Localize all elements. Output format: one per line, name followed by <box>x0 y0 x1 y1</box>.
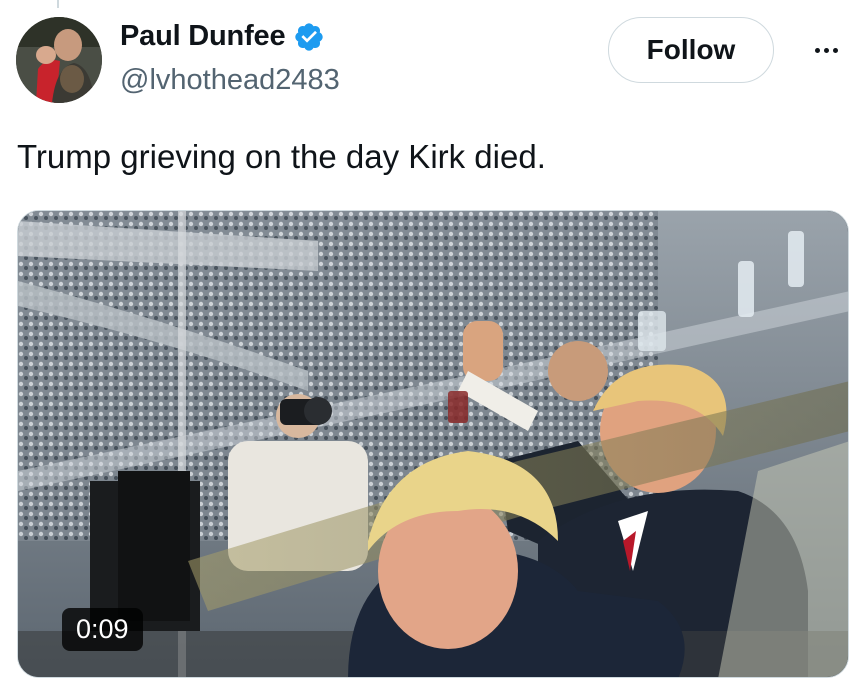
more-dot <box>823 47 829 53</box>
video-player[interactable]: 0:09 <box>17 210 849 678</box>
tweet-text: Trump grieving on the day Kirk died. <box>17 138 546 175</box>
more-dot <box>814 47 820 53</box>
more-options-icon[interactable] <box>808 35 844 65</box>
verified-badge-icon[interactable] <box>293 21 325 53</box>
author-display-name[interactable]: Paul Dunfee <box>120 20 286 53</box>
follow-button[interactable]: Follow <box>608 17 774 83</box>
more-dot <box>832 47 838 53</box>
author-handle[interactable]: @lvhothead2483 <box>120 64 340 97</box>
thread-connector-line <box>57 0 59 8</box>
video-duration-badge: 0:09 <box>62 608 143 651</box>
video-frame <box>18 211 848 677</box>
avatar[interactable] <box>16 17 102 103</box>
